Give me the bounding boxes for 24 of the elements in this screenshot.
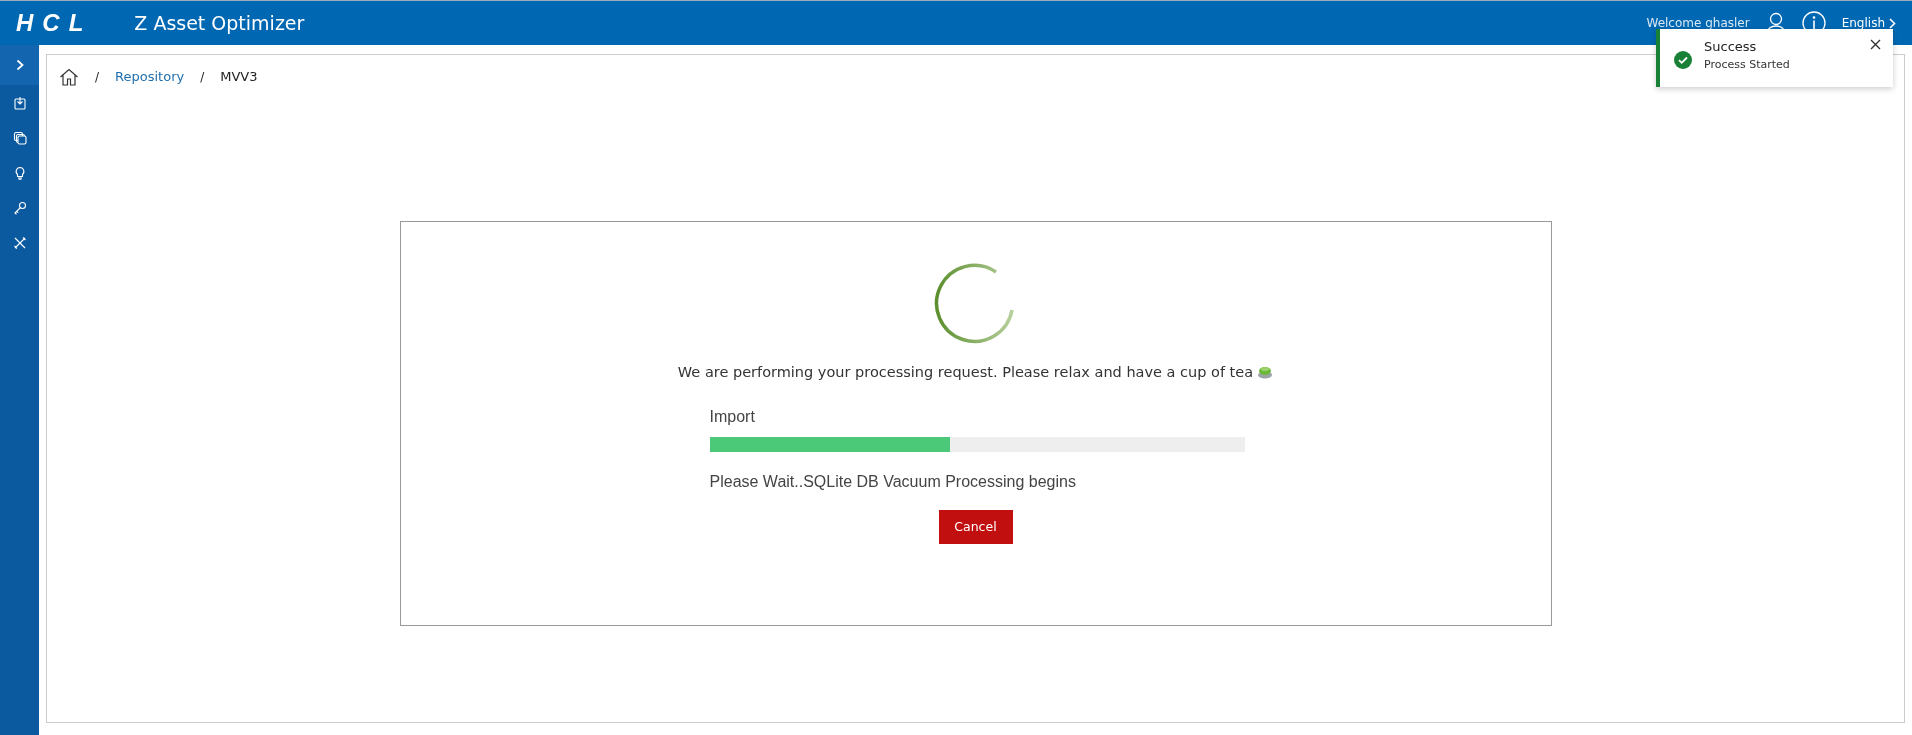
home-icon[interactable] [59, 67, 79, 86]
lightbulb-icon [12, 165, 27, 180]
chevron-icon [15, 59, 24, 71]
app-title: Z Asset Optimizer [134, 10, 305, 36]
breadcrumb-separator: / [200, 68, 205, 86]
toast-title: Success [1704, 38, 1758, 56]
status-text: Please Wait..SQLite DB Vacuum Processing begins [709, 472, 1077, 493]
logo: HCL [16, 11, 93, 35]
task-label: Import [709, 407, 756, 428]
stack-icon [12, 130, 27, 145]
tray-icon [12, 95, 27, 110]
close-icon[interactable] [1870, 39, 1881, 50]
language-link[interactable]: English [1841, 14, 1896, 32]
breadcrumb-current: MVV3 [220, 68, 258, 86]
toast-message: Process Started [1704, 56, 1790, 73]
welcome-text: Welcome ghasler [1646, 15, 1750, 32]
breadcrumb-link[interactable]: Repository [115, 67, 185, 87]
processing-message: We are performing your processing request. Please relax and have a cup of tea [677, 362, 1254, 382]
key-icon [12, 200, 27, 215]
breadcrumb-separator: / [95, 68, 100, 86]
tea-cup-icon [1257, 365, 1274, 380]
check-circle-icon [1674, 50, 1692, 69]
tools-icon [12, 235, 27, 250]
cancel-button[interactable]: Cancel [938, 510, 1013, 545]
